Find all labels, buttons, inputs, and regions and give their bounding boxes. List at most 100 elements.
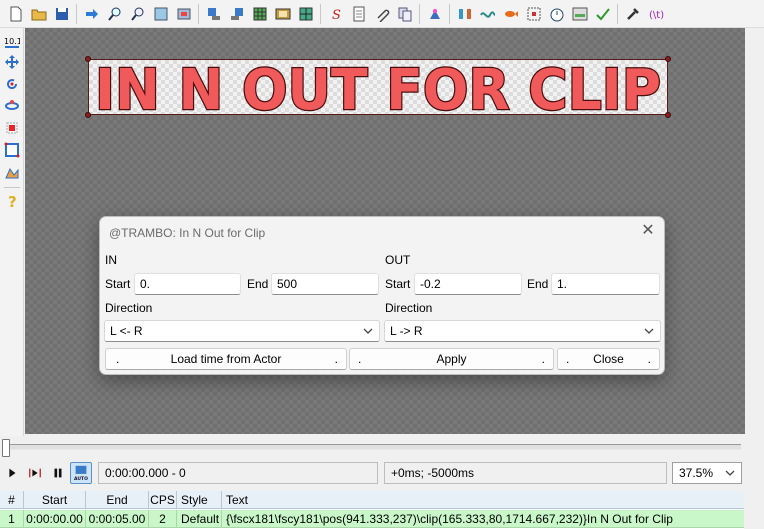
drag-icon[interactable] xyxy=(3,53,21,71)
column-header-cps[interactable]: CPS xyxy=(149,491,177,509)
svg-text:AUTO: AUTO xyxy=(74,476,88,482)
automation-icon[interactable] xyxy=(426,5,444,23)
in-start-input[interactable]: 0. xyxy=(134,273,241,295)
column-header-start[interactable]: Start xyxy=(24,491,86,509)
toolbar-separator xyxy=(76,3,77,24)
in-end-input[interactable]: 500 xyxy=(271,273,379,295)
clip-rectangle-icon[interactable] xyxy=(3,141,21,159)
keyframe-start-icon[interactable] xyxy=(205,5,223,23)
apply-button[interactable]: . Apply . xyxy=(349,348,554,370)
in-direction-select[interactable]: L <- R xyxy=(104,320,380,342)
dialog-title: @TRAMBO: In N Out for Clip xyxy=(109,226,266,240)
timer-icon[interactable] xyxy=(548,5,566,23)
column-header-text[interactable]: Text xyxy=(222,491,744,509)
film-strip-icon[interactable] xyxy=(274,5,292,23)
resample-icon[interactable] xyxy=(456,5,474,23)
rotate-xy-icon[interactable] xyxy=(3,96,21,114)
play-icon[interactable] xyxy=(3,464,21,482)
scale-icon[interactable] xyxy=(3,119,21,137)
grid-scrollbar[interactable] xyxy=(744,491,764,529)
clip-vector-icon[interactable] xyxy=(3,164,21,182)
playback-controls: AUTO 0:00:00.000 - 0 +0ms; -5000ms 37.5% xyxy=(0,460,764,488)
video-snap-alt-icon[interactable] xyxy=(175,5,193,23)
subtitle-grid: # Start End CPS Style Text 1 0:00:00.00 … xyxy=(0,491,764,529)
column-header-number[interactable]: # xyxy=(0,491,24,509)
seek-track[interactable] xyxy=(4,444,741,450)
table-row[interactable]: 1 0:00:00.00 0:00:05.00 2 Default {\fscx… xyxy=(0,510,744,528)
spell-check-icon[interactable]: S xyxy=(327,5,345,23)
fonts-icon[interactable] xyxy=(396,5,414,23)
column-header-end[interactable]: End xyxy=(86,491,149,509)
chevron-down-icon xyxy=(725,470,735,476)
help-icon[interactable]: ? xyxy=(3,192,21,210)
toolbar-separator xyxy=(4,187,20,188)
out-start-input[interactable]: -0.2 xyxy=(414,273,522,295)
timing-icon[interactable] xyxy=(479,5,497,23)
row-text: {\fscx181\fscy181\pos(941.333,237)\clip(… xyxy=(226,512,673,526)
chevron-down-icon xyxy=(363,328,373,334)
toolbar-separator xyxy=(617,3,618,24)
row-cps: 2 xyxy=(149,510,177,528)
close-button[interactable]: . Close . xyxy=(557,348,660,370)
tag-value-icon[interactable]: 10.1 xyxy=(3,33,21,51)
open-folder-icon[interactable] xyxy=(30,5,48,23)
video-snap-icon[interactable] xyxy=(152,5,170,23)
column-header-style[interactable]: Style xyxy=(177,491,222,509)
seek-thumb[interactable] xyxy=(2,439,10,457)
clip-handle-bottom-right[interactable] xyxy=(665,112,671,118)
row-style: Default xyxy=(177,510,222,528)
out-section-label: OUT xyxy=(385,253,411,267)
out-direction-select[interactable]: L -> R xyxy=(384,320,661,342)
clip-handle-top-right[interactable] xyxy=(665,56,671,62)
video-scrollbar[interactable] xyxy=(745,28,764,436)
zoom-in-icon[interactable] xyxy=(106,5,124,23)
in-n-out-dialog: @TRAMBO: In N Out for Clip ✕ IN Start 0.… xyxy=(99,216,665,375)
in-section-label: IN xyxy=(105,253,117,267)
offset-display: +0ms; -5000ms xyxy=(384,462,667,484)
out-direction-value: L -> R xyxy=(390,324,423,338)
script-properties-icon[interactable] xyxy=(350,5,368,23)
toolbar-separator xyxy=(320,3,321,24)
auto-scroll-toggle[interactable]: AUTO xyxy=(70,462,92,484)
svg-text:?: ? xyxy=(8,193,17,209)
chevron-down-icon xyxy=(644,328,654,334)
main-toolbar: S (\t) xyxy=(0,0,764,28)
attachment-icon[interactable] xyxy=(373,5,391,23)
svg-text:10.1: 10.1 xyxy=(4,37,20,46)
time-display[interactable]: 0:00:00.000 - 0 xyxy=(98,462,378,484)
svg-text:S: S xyxy=(332,8,341,22)
check-icon[interactable] xyxy=(594,5,612,23)
fish-icon[interactable] xyxy=(502,5,520,23)
frame-select-icon[interactable] xyxy=(297,5,315,23)
sub-style-icon[interactable] xyxy=(571,5,589,23)
video-seek-bar[interactable] xyxy=(0,436,764,460)
zoom-select[interactable]: 37.5% xyxy=(672,462,742,484)
lua-script-icon[interactable]: (\t) xyxy=(647,5,665,23)
in-direction-value: L <- R xyxy=(110,324,143,338)
row-number: 1 xyxy=(0,510,24,528)
toolbar-separator xyxy=(419,3,420,24)
zoom-value: 37.5% xyxy=(679,466,714,480)
toolbar-separator xyxy=(198,3,199,24)
new-file-icon[interactable] xyxy=(7,5,25,23)
load-time-button[interactable]: . Load time from Actor . xyxy=(105,348,347,370)
zoom-out-icon[interactable] xyxy=(129,5,147,23)
save-icon[interactable] xyxy=(53,5,71,23)
out-end-input[interactable]: 1. xyxy=(551,273,660,295)
close-icon[interactable]: ✕ xyxy=(640,223,656,239)
in-start-label: Start xyxy=(105,277,131,291)
play-line-icon[interactable] xyxy=(26,464,44,482)
jump-to-icon[interactable] xyxy=(83,5,101,23)
tools-icon[interactable] xyxy=(624,5,642,23)
rotate-z-icon[interactable] xyxy=(3,75,21,93)
out-end-label: End xyxy=(527,277,549,291)
row-end: 0:00:05.00 xyxy=(86,510,149,528)
row-start: 0:00:00.00 xyxy=(24,510,86,528)
out-start-label: Start xyxy=(385,277,411,291)
frame-grid-icon[interactable] xyxy=(251,5,269,23)
pause-icon[interactable] xyxy=(49,464,67,482)
grid-header: # Start End CPS Style Text xyxy=(0,491,744,509)
auto-scroll-icon: AUTO xyxy=(74,465,88,482)
keyframe-end-icon[interactable] xyxy=(228,5,246,23)
select-lines-icon[interactable] xyxy=(525,5,543,23)
